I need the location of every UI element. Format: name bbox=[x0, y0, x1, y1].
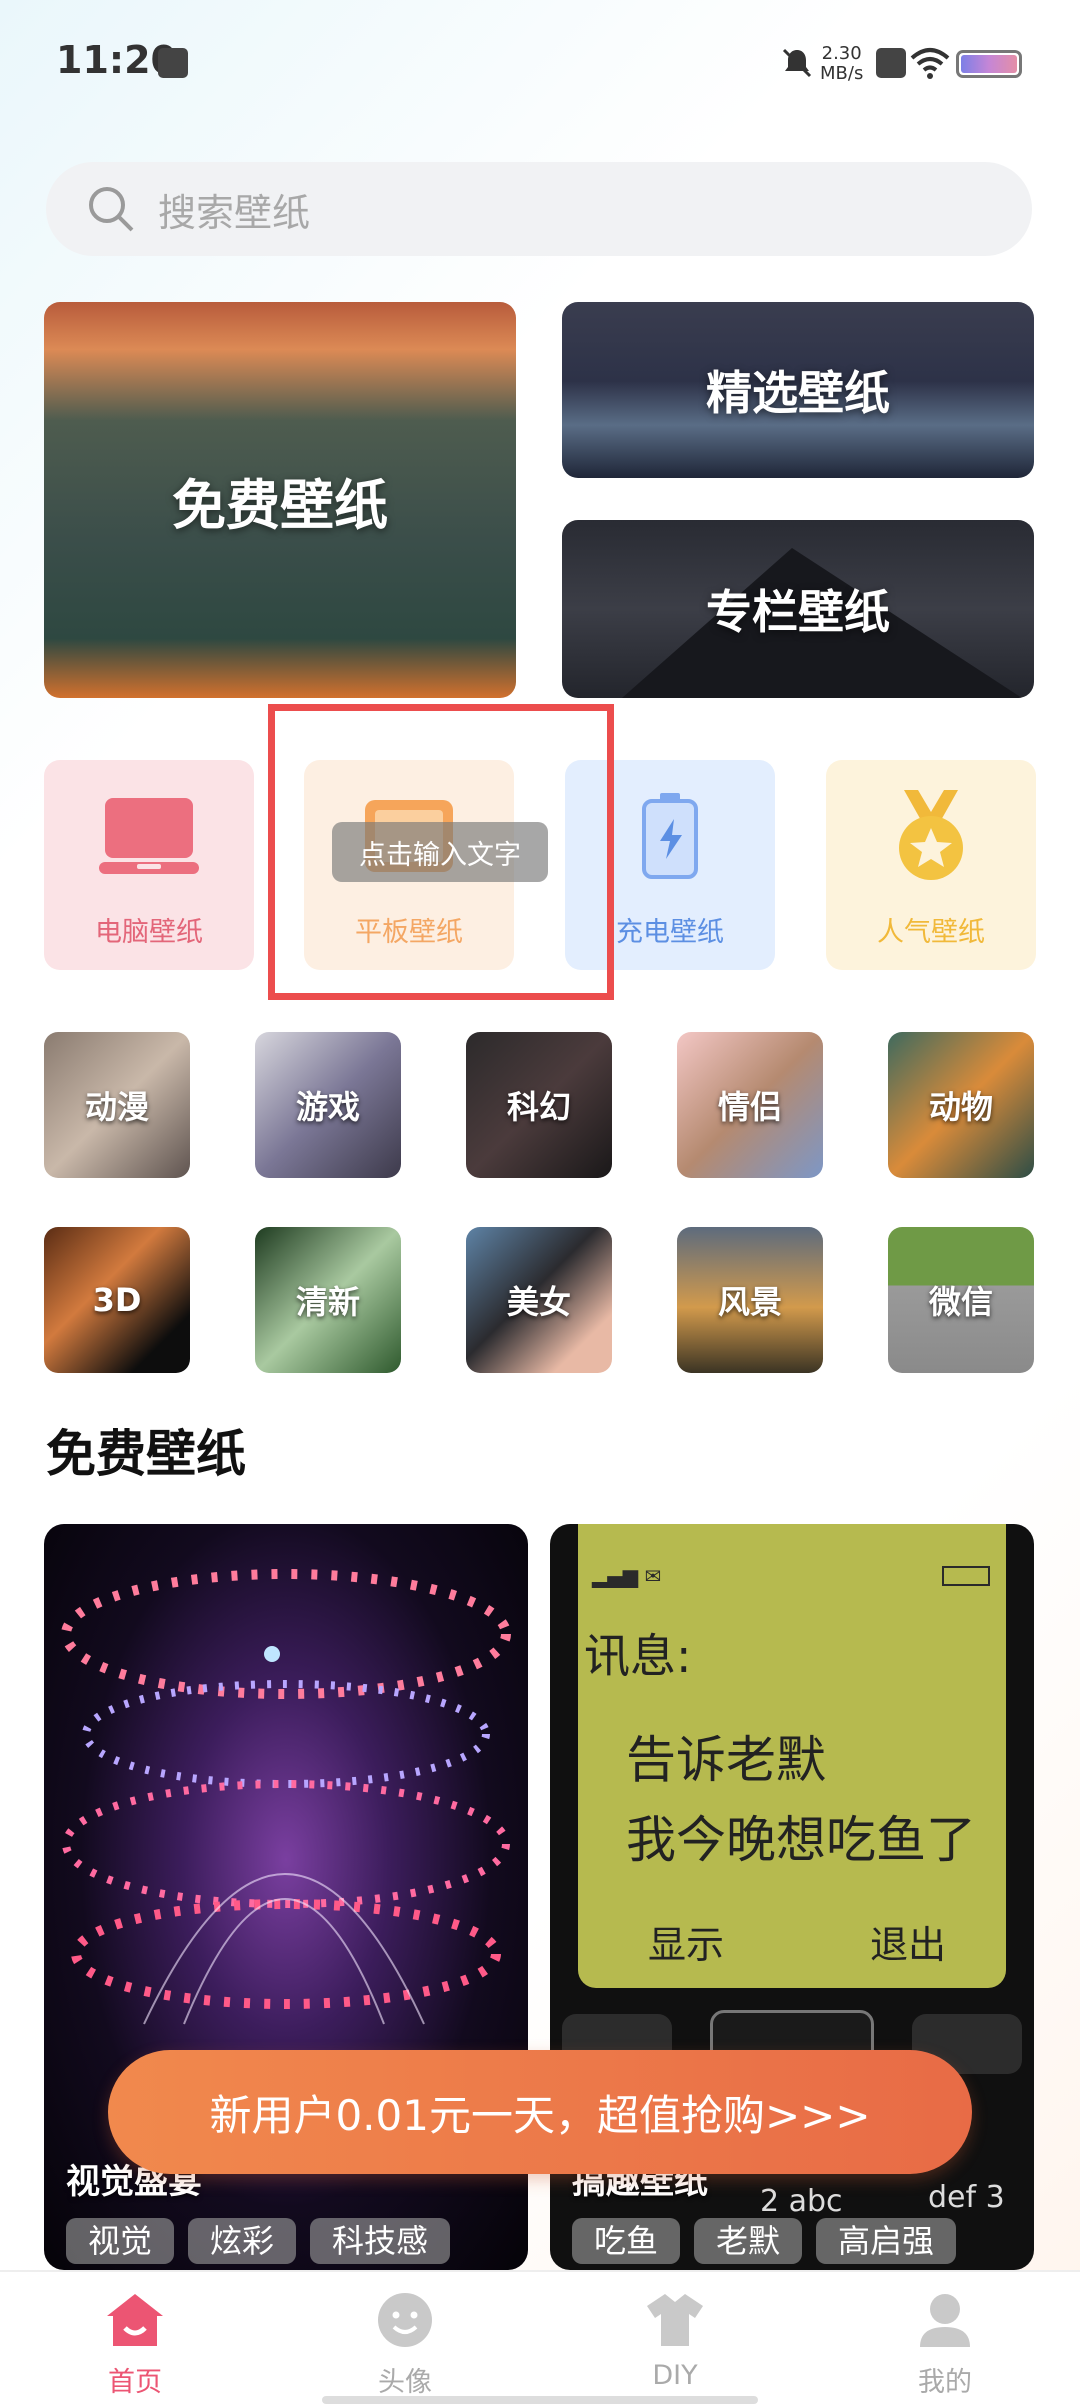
tile-label: 情侣 bbox=[717, 1088, 782, 1126]
tag[interactable]: 老默 bbox=[694, 2218, 803, 2264]
tile-couple[interactable]: 情侣 bbox=[677, 1032, 823, 1178]
tab-label: 首页 bbox=[108, 2367, 162, 2398]
tile-label: 风景 bbox=[717, 1283, 782, 1321]
bottom-tab-bar: 首页 头像 DIY 我的 bbox=[0, 2270, 1080, 2408]
network-speed: 2.30 MB/s bbox=[820, 43, 864, 84]
tile-wechat[interactable]: 微信 bbox=[888, 1227, 1034, 1373]
category-label: 充电壁纸 bbox=[616, 917, 724, 948]
tile-scenery[interactable]: 风景 bbox=[677, 1227, 823, 1373]
category-pc-wallpaper[interactable]: 电脑壁纸 bbox=[44, 760, 254, 970]
wifi-icon bbox=[910, 48, 950, 79]
calendar-icon bbox=[158, 48, 188, 78]
section-title: 免费壁纸 bbox=[46, 1425, 246, 1483]
phone-screen-image: ▂▄▆ ✉ 讯息: 告诉老默 我今晚想吃鱼了 显示 退出 bbox=[578, 1524, 1006, 1988]
phone-soft-right: 退出 bbox=[870, 1923, 947, 1967]
home-icon bbox=[105, 2290, 165, 2350]
smiley-icon bbox=[375, 2290, 435, 2350]
search-input[interactable]: 搜索壁纸 bbox=[46, 162, 1032, 256]
search-placeholder: 搜索壁纸 bbox=[158, 190, 311, 235]
tab-avatar[interactable]: 头像 bbox=[270, 2272, 540, 2408]
featured-wallpaper-label: 精选壁纸 bbox=[706, 366, 890, 420]
tile-game[interactable]: 游戏 bbox=[255, 1032, 401, 1178]
phone-soft-left: 显示 bbox=[648, 1923, 725, 1967]
column-wallpaper-label: 专栏壁纸 bbox=[706, 585, 890, 639]
category-label: 人气壁纸 bbox=[877, 917, 985, 948]
column-wallpaper-banner[interactable]: 专栏壁纸 bbox=[562, 520, 1034, 698]
free-wallpaper-label: 免费壁纸 bbox=[172, 473, 388, 537]
category-popular-wallpaper[interactable]: 人气壁纸 bbox=[826, 760, 1036, 970]
tile-scifi[interactable]: 科幻 bbox=[466, 1032, 612, 1178]
tab-label: DIY bbox=[652, 2360, 698, 2391]
tile-anime[interactable]: 动漫 bbox=[44, 1032, 190, 1178]
battery-icon bbox=[956, 50, 1022, 78]
tab-mine[interactable]: 我的 bbox=[810, 2272, 1080, 2408]
tag[interactable]: 吃鱼 bbox=[572, 2218, 681, 2264]
wallpaper-tags: 视觉 炫彩 科技感 bbox=[66, 2218, 451, 2264]
tshirt-icon bbox=[645, 2290, 705, 2350]
phone-battery-icon bbox=[942, 1566, 990, 1586]
tile-3d[interactable]: 3D bbox=[44, 1227, 190, 1373]
tag[interactable]: 视觉 bbox=[66, 2218, 175, 2264]
featured-wallpaper-banner[interactable]: 精选壁纸 bbox=[562, 302, 1034, 478]
tab-label: 头像 bbox=[378, 2367, 432, 2398]
tab-diy[interactable]: DIY bbox=[540, 2272, 810, 2408]
tile-label: 3D bbox=[92, 1281, 142, 1319]
tile-fresh[interactable]: 清新 bbox=[255, 1227, 401, 1373]
phone-key-3: def 3 bbox=[928, 2180, 1005, 2215]
home-indicator[interactable] bbox=[322, 2396, 758, 2404]
tab-label: 我的 bbox=[918, 2367, 972, 2398]
category-label: 电脑壁纸 bbox=[95, 917, 203, 948]
signal-mail-icon: ▂▄▆ ✉ bbox=[592, 1564, 662, 1588]
tile-label: 动漫 bbox=[84, 1088, 149, 1126]
tile-label: 游戏 bbox=[295, 1088, 360, 1126]
tile-animal[interactable]: 动物 bbox=[888, 1032, 1034, 1178]
tag[interactable]: 高启强 bbox=[816, 2218, 957, 2264]
tile-label: 动物 bbox=[928, 1088, 993, 1126]
user-icon bbox=[915, 2290, 975, 2350]
sim-off-icon bbox=[876, 48, 906, 78]
tab-home[interactable]: 首页 bbox=[0, 2272, 270, 2408]
laptop-icon bbox=[99, 792, 199, 880]
tile-label: 微信 bbox=[928, 1283, 993, 1321]
phone-line-1: 告诉老默 bbox=[626, 1731, 826, 1789]
tile-label: 美女 bbox=[506, 1283, 571, 1321]
free-wallpaper-banner[interactable]: 免费壁纸 bbox=[44, 302, 516, 698]
wallpaper-tags: 吃鱼 老默 高启强 bbox=[572, 2218, 957, 2264]
bell-muted-icon bbox=[782, 48, 812, 78]
selection-highlight-box bbox=[268, 704, 614, 1000]
tile-beauty[interactable]: 美女 bbox=[466, 1227, 612, 1373]
tag[interactable]: 科技感 bbox=[310, 2218, 451, 2264]
new-user-promo-button[interactable]: 新用户0.01元一天，超值抢购>>> bbox=[108, 2050, 972, 2174]
phone-heading: 讯息: bbox=[584, 1629, 692, 1683]
tile-label: 清新 bbox=[295, 1283, 360, 1321]
status-bar: 11:20 2.30 MB/s bbox=[0, 0, 1080, 120]
search-icon bbox=[89, 187, 134, 232]
phone-key-2: 2 abc bbox=[760, 2184, 843, 2219]
tile-label: 科幻 bbox=[506, 1088, 571, 1126]
medal-star-icon bbox=[881, 790, 981, 880]
phone-line-2: 我今晚想吃鱼了 bbox=[626, 1811, 976, 1869]
tag[interactable]: 炫彩 bbox=[188, 2218, 297, 2264]
battery-charging-icon bbox=[620, 792, 720, 880]
